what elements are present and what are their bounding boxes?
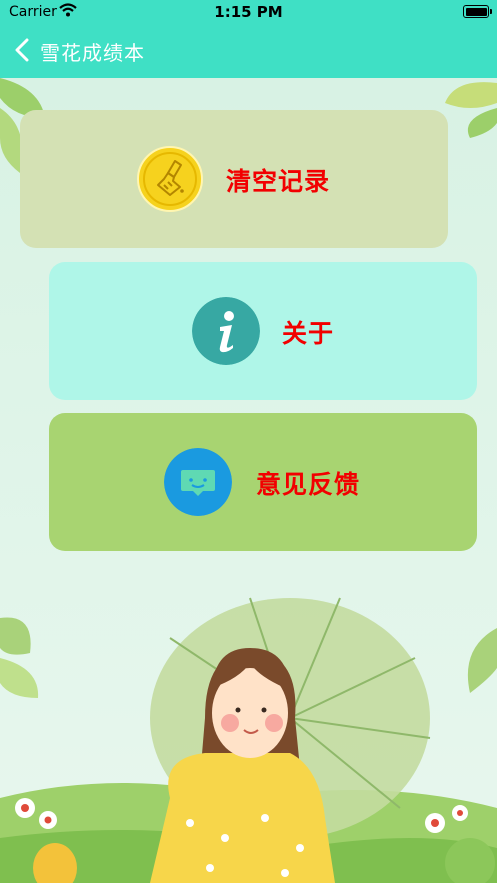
broom-icon: [137, 146, 203, 212]
chat-smile-icon: [164, 448, 232, 516]
clock: 1:15 PM: [214, 3, 283, 21]
chevron-left-icon[interactable]: [14, 38, 30, 62]
battery-icon: [463, 5, 492, 18]
page-title: 雪花成绩本: [40, 41, 145, 65]
clear-records-label: 清空记录: [226, 167, 331, 196]
info-icon: [192, 297, 260, 365]
navigation-bar: 雪花成绩本: [0, 22, 497, 78]
clear-records-button[interactable]: 清空记录: [20, 110, 448, 248]
feedback-label: 意见反馈: [256, 470, 361, 499]
feedback-button[interactable]: 意见反馈: [49, 413, 477, 551]
about-button[interactable]: 关于: [49, 262, 477, 400]
about-label: 关于: [282, 319, 335, 348]
status-bar: Carrier 1:15 PM: [0, 0, 497, 22]
